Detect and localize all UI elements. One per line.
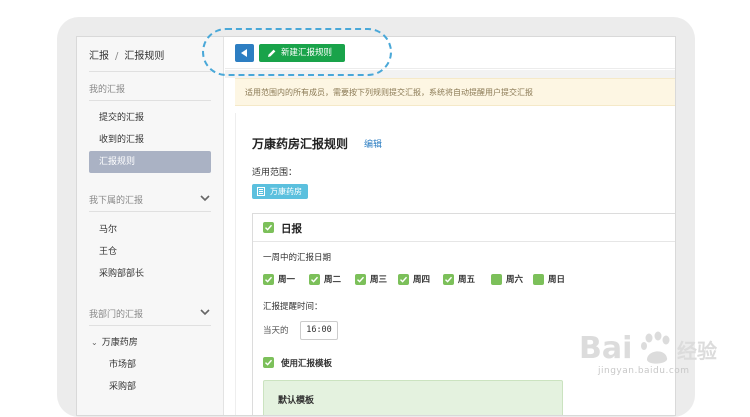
sidebar-item-report-rules[interactable]: 汇报规则: [89, 151, 211, 173]
weekday-checkbox[interactable]: [398, 274, 409, 285]
breadcrumb-root[interactable]: 汇报: [89, 51, 109, 62]
remind-time-input[interactable]: 16:00: [300, 321, 338, 340]
check-icon: [445, 276, 452, 283]
weekday-checkbox[interactable]: [309, 274, 320, 285]
check-icon: [265, 276, 272, 283]
tree-expand-icon[interactable]: ⌄: [91, 338, 98, 347]
divider: [89, 71, 211, 72]
tree-node-label: 万康药房: [101, 338, 138, 348]
daily-report-checkbox[interactable]: [263, 222, 274, 233]
remind-time-label: 汇报提醒时间：: [263, 302, 323, 312]
divider: [89, 100, 211, 101]
sidebar-item-person[interactable]: 马尔: [89, 219, 211, 241]
weekday-label: 周三: [370, 275, 388, 285]
daily-report-title: 日报: [281, 223, 302, 235]
watermark-url: jingyan.baidu.com: [598, 366, 690, 376]
check-icon: [265, 224, 272, 231]
section-subordinate-reports[interactable]: 我下属的汇报: [89, 193, 211, 206]
divider: [89, 325, 211, 326]
edit-link[interactable]: 编辑: [364, 137, 382, 150]
sidebar-item-person[interactable]: 王仓: [89, 241, 211, 263]
weekday-checkbox[interactable]: [491, 274, 502, 285]
tree-node-child[interactable]: 采购部: [89, 376, 211, 398]
remind-prefix: 当天的: [263, 326, 289, 336]
sidebar-item-person[interactable]: 采购部部长: [89, 263, 211, 285]
scope-chip-label: 万康药房: [270, 187, 302, 196]
scope-label: 适用范围：: [252, 168, 298, 178]
weekday-checkbox[interactable]: [263, 274, 274, 285]
weekday-label: 周日: [548, 275, 566, 285]
tree-node-child[interactable]: 市场部: [89, 354, 211, 376]
scope-chip[interactable]: 万康药房: [252, 184, 308, 199]
weekday-checkbox[interactable]: [533, 274, 544, 285]
chevron-down-icon[interactable]: [199, 306, 211, 318]
use-template-label: 使用汇报模板: [281, 359, 333, 369]
check-icon: [311, 276, 318, 283]
check-icon: [400, 276, 407, 283]
check-icon: [265, 359, 272, 366]
section-department-label: 我部门的汇报: [89, 310, 144, 320]
weekday-label: 周二: [324, 275, 342, 285]
section-my-reports: 我的汇报: [89, 85, 126, 95]
rule-title: 万康药房汇报规则: [252, 137, 349, 151]
weekday-label: 周六: [506, 275, 524, 285]
section-subordinate-label: 我下属的汇报: [89, 196, 144, 206]
stage: 汇报 / 汇报规则 我的汇报 提交的汇报 收到的汇报 汇报规则 我下属的汇报 马尔 …: [0, 0, 750, 417]
annotation-callout: [202, 28, 392, 76]
tree-node-root[interactable]: ⌄ 万康药房: [89, 332, 211, 354]
breadcrumb: 汇报 / 汇报规则: [89, 47, 164, 62]
template-box[interactable]: 默认模板: [263, 380, 563, 415]
daily-report-card: 日报 一周中的汇报日期 周一 周二 周三 周四 周五 周六 周日 汇报提醒时间： 当天的 1…: [252, 213, 675, 415]
sidebar-item-submitted[interactable]: 提交的汇报: [89, 107, 211, 129]
check-icon: [357, 276, 364, 283]
weekdays-label: 一周中的汇报日期: [263, 253, 332, 263]
chevron-down-icon[interactable]: [199, 192, 211, 204]
breadcrumb-separator: /: [115, 51, 119, 62]
svg-text:经验: 经验: [677, 339, 717, 363]
svg-text:Bai: Bai: [579, 331, 632, 366]
weekday-label: 周五: [458, 275, 476, 285]
use-template-checkbox[interactable]: [263, 357, 274, 368]
weekday-checkbox[interactable]: [355, 274, 366, 285]
weekday-checkbox[interactable]: [443, 274, 454, 285]
card-header: 日报: [253, 214, 675, 242]
section-department-reports[interactable]: 我部门的汇报: [89, 307, 211, 320]
weekday-label: 周一: [278, 275, 296, 285]
notice-banner: 适用范围内的所有成员，需要按下列规则提交汇报，系统将自动提醒用户提交汇报: [235, 78, 675, 106]
divider: [89, 211, 211, 212]
weekday-label: 周四: [413, 275, 431, 285]
sidebar-item-received[interactable]: 收到的汇报: [89, 129, 211, 151]
sidebar: 汇报 / 汇报规则 我的汇报 提交的汇报 收到的汇报 汇报规则 我下属的汇报 马尔 …: [77, 37, 224, 415]
building-icon: [257, 187, 265, 196]
breadcrumb-current: 汇报规则: [124, 51, 165, 62]
